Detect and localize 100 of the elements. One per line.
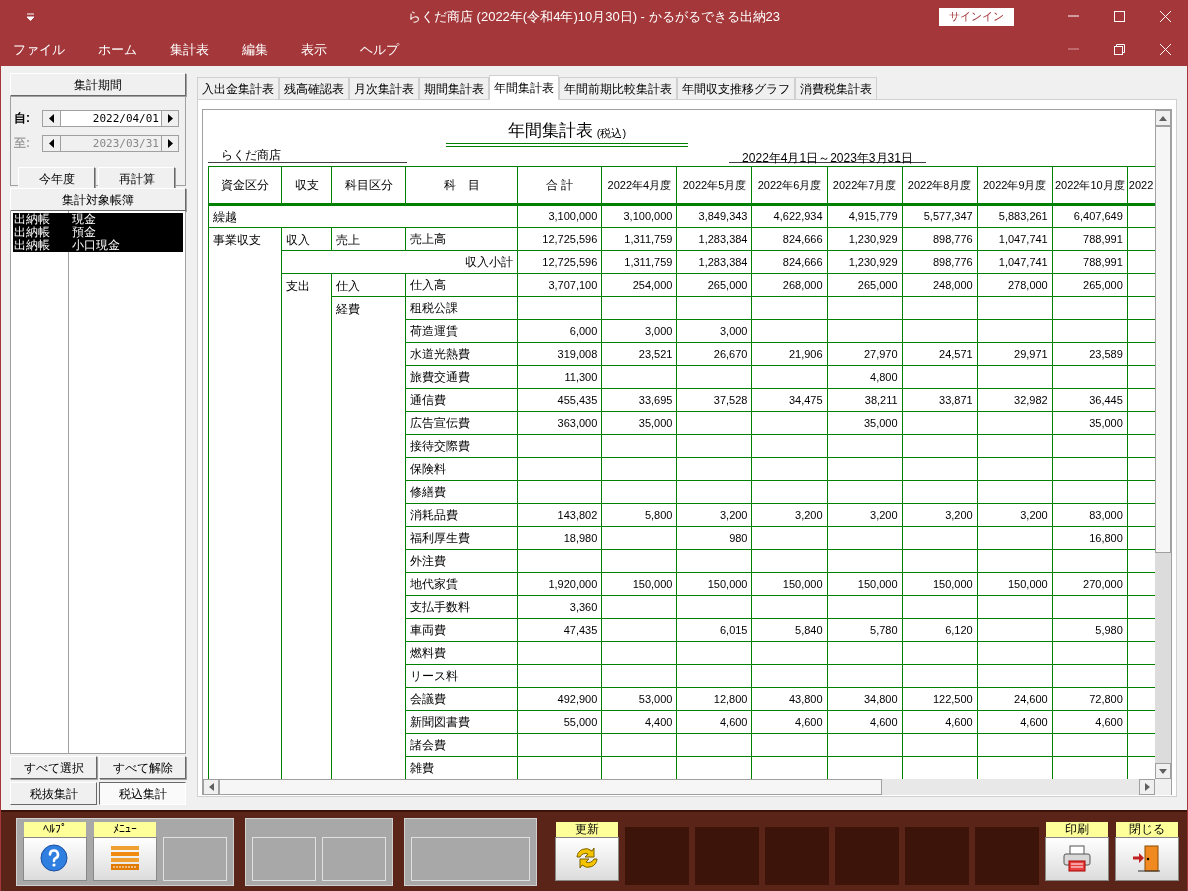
report-title: 年間集計表 [507,121,593,141]
horizontal-scrollbar[interactable] [203,779,1155,795]
button-label: ﾒﾆｭｰ [94,821,156,837]
empty-slot [163,836,227,881]
table-cell: 363,000 [517,411,602,435]
tax-mode-toggle[interactable]: 税込集計 [99,782,186,805]
maximize-icon[interactable] [1113,11,1125,22]
table-cell: 4,600 [902,710,978,734]
table-cell: 租税公課 [405,296,518,320]
book-row[interactable]: 出納帳 現金 [13,213,183,226]
table-cell: 経費 [336,302,361,316]
table-cell: 6,407,649 [1052,204,1128,228]
table-cell: 12,725,596 [517,250,602,274]
menu-item[interactable]: ファイル [13,39,65,60]
scrollbar-thumb[interactable] [219,779,882,795]
table-cell: 150,000 [977,572,1053,596]
empty-slot [975,826,1039,885]
tab[interactable]: 期間集計表 [419,77,489,100]
close-icon[interactable] [1159,44,1171,55]
up-arrow-icon[interactable] [1159,115,1167,121]
restore-icon[interactable] [1113,44,1125,55]
down-arrow-icon[interactable] [1159,768,1167,774]
scrollbar-thumb[interactable] [1155,126,1171,553]
table-cell: 150,000 [902,572,978,596]
tab[interactable]: 年間収支推移グラフ [677,77,795,100]
table-cell: 1,311,759 [601,250,677,274]
toolbar-button[interactable] [23,836,87,881]
action-button[interactable]: 今年度 [18,167,95,190]
signin-button[interactable]: サインイン [939,7,1014,26]
table-cell: 29,971 [977,342,1053,366]
column-header: 資金区分 [208,166,282,205]
date-stepper[interactable]: 2022/04/01 [42,109,179,127]
tab[interactable]: 年間集計表 [489,75,559,100]
table-cell: 34,475 [752,388,828,412]
table-cell: 27,970 [827,342,903,366]
table-cell: 26,670 [676,342,752,366]
table-cell: 12,725,596 [517,227,602,251]
button-label: 更新 [556,822,618,837]
action-button[interactable]: すべて解除 [99,756,186,779]
tab[interactable]: 消費税集計表 [795,77,877,100]
menu-item[interactable]: ホーム [98,39,137,60]
table-cell: 5,577,347 [902,204,978,228]
table-cell: 1,230,929 [827,250,903,274]
toolbar-button[interactable] [93,836,157,881]
table-cell: 4,600 [752,710,828,734]
book-row[interactable]: 出納帳 小口現金 [13,239,183,252]
book-name: 預金 [71,226,96,239]
table-cell: 3,200 [676,503,752,527]
column-header: 2022年7月度 [827,166,903,205]
empty-slot [322,836,386,881]
empty-slot [835,826,899,885]
table-cell: 43,800 [752,687,828,711]
menu-item[interactable]: 編集 [242,39,268,60]
table-cell: 150,000 [827,572,903,596]
table-cell: 1,047,741 [977,250,1053,274]
table-cell: 898,776 [902,227,978,251]
section-header: 集計対象帳簿 [10,188,186,211]
menu-item[interactable]: ヘルプ [360,39,399,60]
right-arrow-icon[interactable] [165,111,175,125]
tab[interactable]: 年間前期比較集計表 [559,77,677,100]
table-cell: 265,000 [676,273,752,297]
table-cell: 繰越 [208,204,518,228]
quick-access-icon[interactable] [26,12,35,21]
action-button[interactable]: すべて選択 [10,756,97,779]
table-cell: 車両費 [405,618,518,642]
tab[interactable]: 月次集計表 [349,77,419,100]
tax-mode-toggle[interactable]: 税抜集計 [10,782,97,805]
vertical-scrollbar[interactable] [1155,110,1171,779]
table-cell: 38,211 [827,388,903,412]
table-cell: 24,571 [902,342,978,366]
table-cell: 3,000 [676,319,752,343]
book-type: 出納帳 [13,239,51,252]
tab[interactable]: 残高確認表 [279,77,349,100]
table-cell: 788,991 [1052,250,1128,274]
close-icon[interactable] [1159,11,1171,22]
toolbar-button[interactable] [555,837,619,881]
book-name: 小口現金 [71,239,120,252]
table-cell: 旅費交通費 [405,365,518,389]
table-cell: 外注費 [405,549,518,573]
table-cell: 254,000 [601,273,677,297]
tab[interactable]: 入出金集計表 [197,77,279,100]
table-cell: 水道光熱費 [405,342,518,366]
table-cell: 3,200 [977,503,1053,527]
table-cell: 1,283,384 [676,227,752,251]
menu-item[interactable]: 集計表 [170,39,209,60]
window-title: らくだ商店 (2022年(令和4年)10月30日) - かるがるできる出納23 [408,7,780,26]
left-arrow-icon[interactable] [47,111,56,125]
table-cell: 4,400 [601,710,677,734]
table-cell: 5,980 [1052,618,1128,642]
table-cell: 12,800 [676,687,752,711]
book-row[interactable]: 出納帳 預金 [13,226,183,239]
action-button[interactable]: 再計算 [98,167,175,190]
menu-item[interactable]: 表示 [301,39,327,60]
table-cell: リース料 [405,664,518,688]
table-cell: 5,840 [752,618,828,642]
table-cell: 仕入 [336,279,361,293]
toolbar-button[interactable] [1115,837,1179,881]
toolbar-button[interactable] [1045,837,1109,881]
table-cell: 1,283,384 [676,250,752,274]
table-cell: 3,100,000 [517,204,602,228]
